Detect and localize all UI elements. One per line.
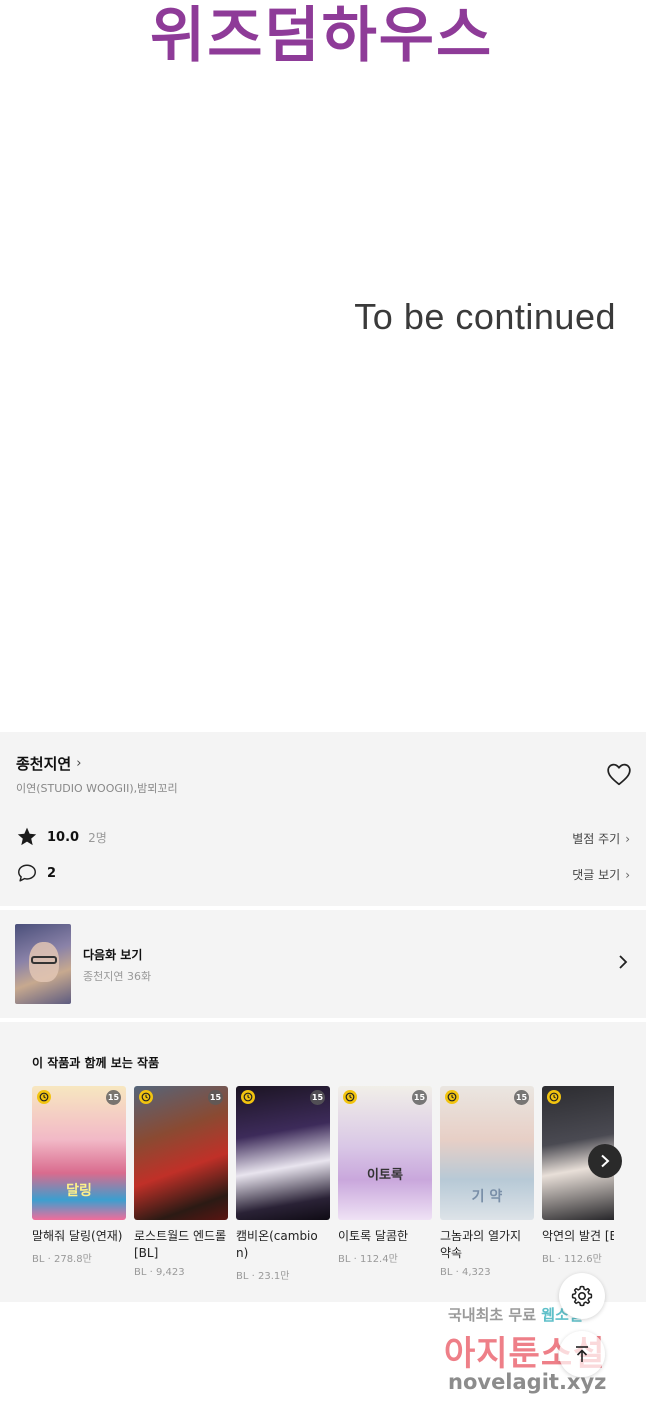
rec-card[interactable]: 15 캠비온(cambion) BL · 23.1만 — [236, 1086, 330, 1282]
rec-cover: 15 달링 — [32, 1086, 126, 1220]
work-info-panel: 종천지연 › 이연(STUDIO WOOGII),밤뫼꼬리 10.0 2명 별점… — [0, 732, 646, 906]
rec-card[interactable]: 15 이토록 이토록 달콤한 BL · 112.4만 — [338, 1086, 432, 1265]
age-rating-badge: 15 — [514, 1090, 529, 1105]
clock-icon — [139, 1090, 153, 1104]
viewer-page: 위즈덤하우스 To be continued 종천지연 › 이연(STUDIO … — [0, 0, 646, 1418]
rec-cover: 15 — [236, 1086, 330, 1220]
rec-title: 이토록 달콤한 — [338, 1229, 409, 1243]
gear-icon — [571, 1285, 593, 1307]
cover-title-art: 달링 — [66, 1183, 92, 1199]
work-title-link[interactable]: 종천지연 › — [16, 753, 81, 774]
rec-meta: BL · 112.6만 — [542, 1254, 602, 1265]
star-icon — [17, 827, 37, 846]
age-rating-badge: 15 — [310, 1090, 325, 1105]
rating-count: 2명 — [88, 830, 107, 845]
chevron-right-icon: › — [76, 756, 82, 771]
clock-icon — [37, 1090, 51, 1104]
rate-button-label: 별점 주기 — [572, 832, 621, 846]
heart-icon[interactable] — [606, 762, 632, 786]
rec-meta: BL · 112.4만 — [338, 1254, 398, 1265]
cover-title-art: 이토록 — [367, 1168, 403, 1183]
rec-meta: BL · 4,323 — [440, 1267, 491, 1278]
next-episode-thumbnail — [15, 924, 71, 1004]
rec-meta: BL · 278.8만 — [32, 1254, 92, 1265]
settings-button[interactable] — [559, 1273, 605, 1319]
comic-panel: 위즈덤하우스 To be continued — [0, 0, 646, 732]
carousel-next-button[interactable] — [588, 1144, 622, 1178]
recommendations-heading: 이 작품과 함께 보는 작품 — [32, 1056, 160, 1070]
rec-card[interactable]: 15 달링 말해줘 달링(연재) BL · 278.8만 — [32, 1086, 126, 1265]
rating-row: 10.0 2명 — [16, 826, 107, 848]
view-comments-label: 댓글 보기 — [572, 868, 621, 882]
rec-cover: 15 이토록 — [338, 1086, 432, 1220]
rec-cover: 15 — [134, 1086, 228, 1220]
chevron-right-icon: › — [625, 867, 630, 882]
rate-button[interactable]: 별점 주기 › — [572, 830, 630, 847]
next-episode-label: 다음화 보기 — [83, 948, 143, 962]
recommendations-section: 이 작품과 함께 보는 작품 15 달링 말해줘 달링(연재) BL · 278… — [0, 1022, 646, 1302]
rec-cover: 15 기 약 — [440, 1086, 534, 1220]
rating-score: 10.0 — [47, 829, 80, 845]
rec-title: 말해줘 달링(연재) — [32, 1229, 123, 1243]
studio-logo: 위즈덤하우스 — [150, 1, 494, 71]
view-comments-button[interactable]: 댓글 보기 › — [572, 866, 630, 883]
rec-title: 캠비온(cambion) — [236, 1229, 318, 1260]
clock-icon — [343, 1090, 357, 1104]
comment-row: 2 — [16, 862, 56, 884]
watermark: 국내최초 무료 웹소설 아지툰소설 novelagit.xyz — [440, 1300, 640, 1410]
rec-meta: BL · 23.1만 — [236, 1271, 290, 1282]
age-rating-badge: 15 — [106, 1090, 121, 1105]
clock-icon — [445, 1090, 459, 1104]
comment-count: 2 — [47, 865, 57, 881]
next-episode-button[interactable]: 다음화 보기 종천지연 36화 — [0, 910, 646, 1018]
rec-card[interactable]: 15 기 약 그놈과의 열가지 약속 BL · 4,323 — [440, 1086, 534, 1278]
cover-title-art: 기 약 — [471, 1189, 503, 1205]
rec-title: 그놈과의 열가지 약속 — [440, 1229, 522, 1260]
arrow-up-icon — [576, 1346, 588, 1362]
chevron-right-icon — [619, 955, 628, 969]
work-authors: 이연(STUDIO WOOGII),밤뫼꼬리 — [16, 782, 178, 795]
recommendations-carousel[interactable]: 15 달링 말해줘 달링(연재) BL · 278.8만 15 로스트월드 엔드… — [32, 1086, 614, 1296]
rec-title: 악연의 발견 [BL] — [542, 1229, 614, 1243]
work-title: 종천지연 — [16, 755, 72, 773]
chevron-right-icon: › — [625, 831, 630, 846]
rec-card[interactable]: 15 로스트월드 엔드롤[BL] BL · 9,423 — [134, 1086, 228, 1278]
age-rating-badge: 15 — [208, 1090, 223, 1105]
comment-icon — [18, 864, 36, 882]
rec-meta: BL · 9,423 — [134, 1267, 185, 1278]
next-episode-subtitle: 종천지연 36화 — [83, 970, 152, 983]
clock-icon — [241, 1090, 255, 1104]
rec-title: 로스트월드 엔드롤[BL] — [134, 1229, 227, 1260]
scroll-top-button[interactable] — [559, 1331, 605, 1377]
to-be-continued-text: To be continued — [354, 296, 616, 337]
age-rating-badge: 15 — [412, 1090, 427, 1105]
clock-icon — [547, 1090, 561, 1104]
chevron-right-icon — [601, 1154, 610, 1168]
